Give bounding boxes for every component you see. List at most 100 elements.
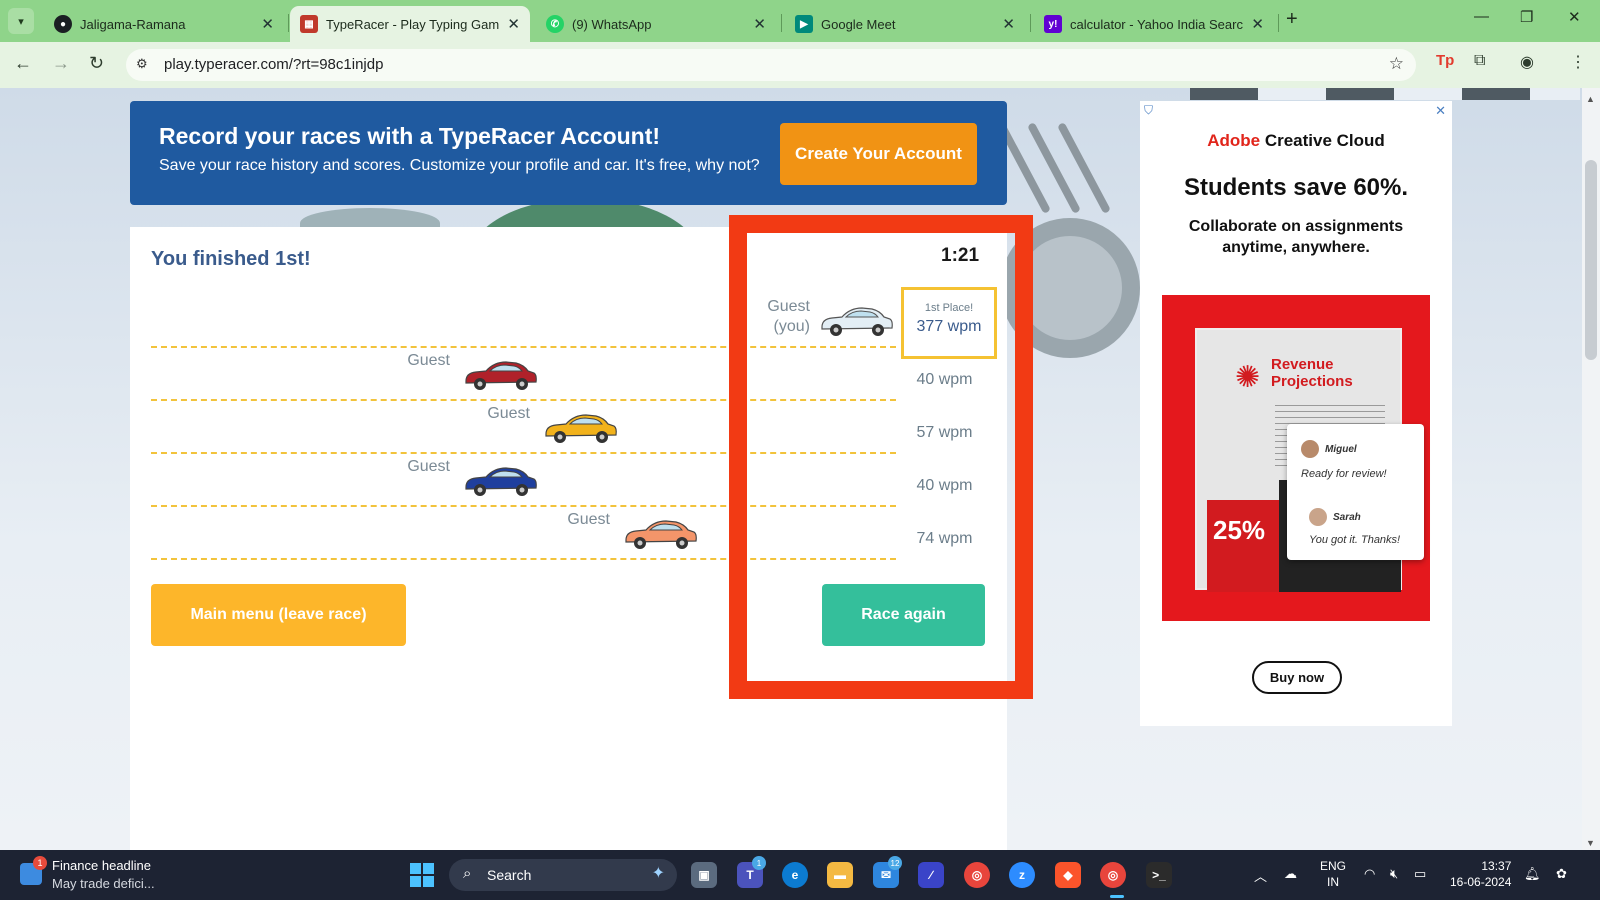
windows-start-icon[interactable] (410, 863, 434, 887)
create-account-button[interactable]: Create Your Account (780, 123, 977, 185)
back-icon[interactable]: ← (14, 53, 32, 74)
bookmark-star-icon[interactable]: ☆ (1389, 54, 1404, 74)
red-highlight-box (729, 215, 1033, 699)
chevron-up-icon[interactable]: ︿ (1254, 866, 1267, 885)
account-banner: Record your races with a TypeRacer Accou… (130, 101, 1007, 205)
news-badge: 1 (33, 856, 47, 870)
url-text[interactable]: play.typeracer.com/?rt=98c1injdp (164, 56, 383, 73)
ad-document-mockup: ✺ Revenue Projections 25% Miguel Ready f… (1195, 328, 1424, 592)
restore-icon[interactable]: ❐ (1520, 8, 1533, 26)
tab-separator (781, 14, 782, 32)
checkered-flag-decoration (1190, 88, 1580, 100)
profile-avatar-icon[interactable]: ◉ (1520, 52, 1534, 72)
ad-close-icon[interactable]: ✕ (1435, 103, 1446, 119)
tab-whatsapp[interactable]: ✆ (9) WhatsApp ✕ (536, 6, 776, 42)
browser-toolbar: ← → ↻ ⚙ play.typeracer.com/?rt=98c1injdp… (0, 42, 1600, 88)
racer-name: Guest (407, 352, 450, 369)
new-tab-icon[interactable]: + (1286, 8, 1298, 31)
race-car (622, 516, 698, 552)
edge-icon[interactable]: e (782, 862, 808, 888)
yahoo-icon: y! (1044, 15, 1062, 33)
banner-title: Record your races with a TypeRacer Accou… (159, 123, 661, 149)
tab-yahoo[interactable]: y! calculator - Yahoo India Search ✕ (1034, 6, 1274, 42)
rod-decoration (1056, 121, 1112, 215)
chrome-icon[interactable]: ◎ (964, 862, 990, 888)
site-info-icon[interactable]: ⚙ (136, 56, 148, 72)
language-indicator[interactable]: ENG IN (1320, 858, 1346, 890)
tab-separator (288, 14, 289, 32)
finish-status: You finished 1st! (151, 248, 311, 270)
buy-now-button[interactable]: Buy now (1252, 661, 1342, 694)
racer-name: Guest (487, 405, 530, 422)
scroll-down-icon[interactable]: ▼ (1586, 838, 1595, 848)
burst-icon: ✺ (1235, 361, 1261, 394)
tab-search-menu-icon[interactable]: ▾ (8, 8, 34, 34)
ad-brand: Adobe Creative Cloud (1207, 131, 1385, 150)
close-icon[interactable]: ✕ (261, 15, 274, 33)
file-explorer-icon[interactable]: ▬ (827, 862, 853, 888)
brave-icon[interactable]: ◆ (1055, 862, 1081, 888)
race-car (542, 410, 618, 446)
main-menu-button[interactable]: Main menu (leave race) (151, 584, 406, 646)
chrome-profile-icon[interactable]: ◎ (1100, 862, 1126, 888)
tab-separator (1278, 14, 1279, 32)
ad-chat-card: Miguel Ready for review! Sarah You got i… (1287, 424, 1424, 560)
math-app-icon[interactable]: ∕ (918, 862, 944, 888)
taskbar-search[interactable]: ⌕ Search ✦ (449, 859, 677, 891)
typeracer-icon: ▦ (300, 15, 318, 33)
racer-name: Guest (407, 458, 450, 475)
windows-taskbar: 1 Finance headline May trade defici... ⌕… (0, 850, 1600, 900)
reload-icon[interactable]: ↻ (89, 53, 104, 74)
ad-doc-title: Revenue Projections (1271, 356, 1353, 390)
browser-menu-icon[interactable]: ⋮ (1570, 52, 1586, 72)
tab-google-meet[interactable]: ▶ Google Meet ✕ (785, 6, 1025, 42)
extensions-puzzle-icon[interactable]: ⧉ (1474, 52, 1485, 70)
scrollbar-thumb[interactable] (1585, 160, 1597, 360)
avatar (1301, 440, 1319, 458)
banner-subtitle: Save your race history and scores. Custo… (159, 157, 760, 174)
news-headline[interactable]: Finance headline (52, 858, 151, 873)
forward-icon[interactable]: → (52, 53, 70, 74)
rod-decoration (1026, 121, 1082, 215)
ad-headline: Students save 60%. (1183, 174, 1409, 201)
adobe-ad[interactable]: ⛉ ✕ Adobe Creative Cloud Students save 6… (1140, 101, 1452, 726)
ad-percent: 25% (1213, 515, 1266, 545)
browser-tab-strip: ▾ ● Jaligama-Ramana ✕ ▦ TypeRacer - Play… (0, 0, 1600, 42)
typeracer-extension-icon[interactable]: Tp (1436, 52, 1454, 69)
mail-badge: 12 (888, 856, 902, 870)
google-meet-icon: ▶ (795, 15, 813, 33)
onedrive-icon[interactable]: ☁ (1284, 866, 1297, 882)
ad-red-block (1207, 500, 1279, 592)
volume-muted-icon[interactable]: 🔇︎ (1390, 866, 1398, 882)
minimize-icon[interactable]: — (1474, 8, 1489, 25)
whatsapp-icon: ✆ (546, 15, 564, 33)
tab-separator (1030, 14, 1031, 32)
github-icon: ● (54, 15, 72, 33)
close-icon[interactable]: ✕ (1002, 15, 1015, 33)
battery-icon[interactable]: ▭ (1414, 866, 1426, 882)
active-app-indicator (1110, 895, 1124, 898)
terminal-icon[interactable]: >_ (1146, 862, 1172, 888)
close-icon[interactable]: ✕ (753, 15, 766, 33)
ad-info-icon[interactable]: ⛉ (1144, 103, 1153, 118)
race-car (462, 463, 538, 499)
clock[interactable]: 13:37 16-06-2024 (1450, 858, 1511, 890)
task-view-icon[interactable]: ▣ (691, 862, 717, 888)
notification-bell-icon[interactable]: 🔔︎ (1524, 866, 1541, 882)
wifi-icon[interactable]: ◠ (1364, 866, 1375, 882)
news-subtitle[interactable]: May trade defici... (52, 876, 155, 891)
close-window-icon[interactable]: ✕ (1568, 8, 1581, 26)
scroll-up-icon[interactable]: ▲ (1586, 94, 1595, 104)
address-bar[interactable]: ⚙ play.typeracer.com/?rt=98c1injdp ☆ (126, 49, 1416, 81)
close-icon[interactable]: ✕ (507, 15, 520, 33)
race-car (462, 357, 538, 393)
zoom-icon[interactable]: z (1009, 862, 1035, 888)
tab-github[interactable]: ● Jaligama-Ramana ✕ (44, 6, 284, 42)
avatar (1309, 508, 1327, 526)
close-icon[interactable]: ✕ (1251, 15, 1264, 33)
copilot-icon[interactable]: ✿ (1556, 866, 1567, 882)
search-icon: ⌕ (463, 865, 472, 882)
tab-typeracer[interactable]: ▦ TypeRacer - Play Typing Games ✕ (290, 6, 530, 42)
search-highlight-icon: ✦ (651, 865, 665, 882)
racer-name: Guest (567, 511, 610, 528)
